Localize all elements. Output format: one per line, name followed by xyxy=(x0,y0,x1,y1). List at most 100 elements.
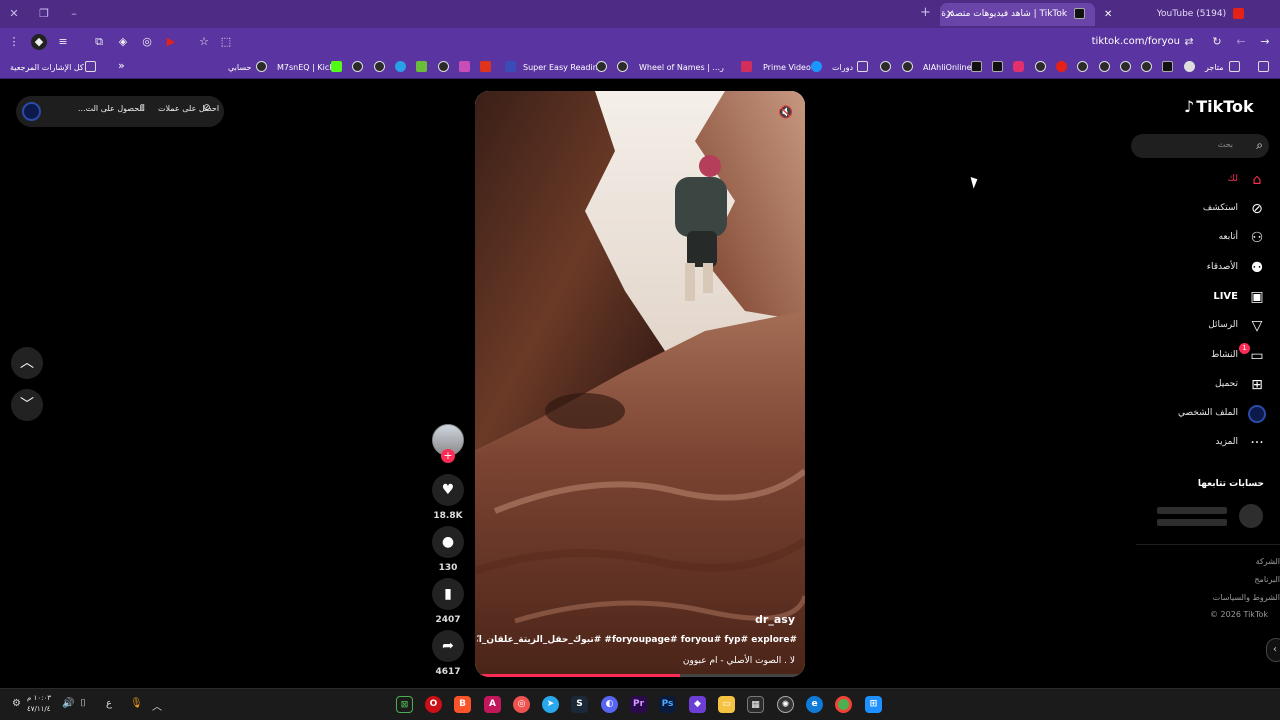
video-player[interactable]: 🔇 dr_asy #foryoupage# foryou# fyp# explo… xyxy=(475,91,805,677)
activity-badge: 1 xyxy=(1239,343,1250,354)
skeleton-line xyxy=(1157,519,1227,526)
bookmark-item[interactable]: M7snEQ | Kick xyxy=(277,60,334,75)
tab-youtube[interactable]: ✕ (5194) YouTube xyxy=(1098,3,1254,26)
photoshop-icon[interactable]: Ps xyxy=(659,696,676,713)
menu-dots-icon[interactable]: ⋮ xyxy=(6,34,22,50)
comment-button[interactable]: ● xyxy=(432,526,464,558)
tray-overflow-icon[interactable]: ︿ xyxy=(152,698,162,713)
sidebar-item-activity[interactable]: النشاط ▭ 1 xyxy=(1150,343,1268,369)
compass-icon: ⊘ xyxy=(1251,201,1263,217)
vivaldi-icon[interactable]: A xyxy=(484,696,501,713)
tab-tiktok[interactable]: ✕ TikTok | شاهد فيديوهات متصدرة xyxy=(940,3,1095,26)
footer-company-link[interactable]: الشركة xyxy=(1160,557,1280,566)
bookmark-item[interactable]: Super Easy Reading xyxy=(523,60,603,75)
sidebar-item-label: المزيد xyxy=(1215,437,1238,447)
app-icon[interactable]: ◆ xyxy=(689,696,706,713)
sidebar-item-profile[interactable]: الملف الشخصي xyxy=(1150,403,1268,427)
edge-icon[interactable]: e xyxy=(806,696,823,713)
search-input[interactable]: بحث ⌕ xyxy=(1131,134,1269,158)
all-bookmarks-link[interactable]: كل الإشارات المرجعية xyxy=(10,60,84,75)
collapse-sidebar-button[interactable]: ‹ xyxy=(1266,638,1280,662)
sidebar-item-following[interactable]: أتابعه ⚇ xyxy=(1150,227,1268,251)
bookmark-item[interactable]: دورات xyxy=(832,60,853,75)
bookmark-item[interactable]: حسابي xyxy=(228,60,251,75)
new-tab-button[interactable]: + xyxy=(920,5,931,20)
bookmark-item[interactable]: Prime Video xyxy=(763,60,811,75)
site-settings-icon[interactable]: ⇄ xyxy=(1181,34,1197,50)
close-tab-icon[interactable]: ✕ xyxy=(1104,3,1112,26)
next-video-button[interactable]: ﹀ xyxy=(11,389,43,421)
extension-icon[interactable]: ◆ xyxy=(31,34,47,50)
previous-video-button[interactable]: ︿ xyxy=(11,347,43,379)
steam-icon[interactable]: S xyxy=(571,696,588,713)
tiktok-bookmark-icon xyxy=(971,61,982,72)
close-window-icon[interactable]: ✕ xyxy=(6,6,22,22)
share-button[interactable]: ➦ xyxy=(432,630,464,662)
sidebar-item-more[interactable]: المزيد ··· xyxy=(1150,432,1268,456)
sidebar-item-live[interactable]: LIVE ▣ xyxy=(1150,286,1268,310)
follow-plus-icon[interactable]: + xyxy=(441,449,455,463)
reload-icon[interactable]: ↻ xyxy=(1209,34,1225,50)
bookmark-item[interactable]: AlAhliOnline xyxy=(923,60,972,75)
restore-window-icon[interactable]: ❐ xyxy=(36,6,52,22)
playlist-icon[interactable]: ≡ xyxy=(55,34,71,50)
promo-pill: الحصول على الت... ▯ احصل على عملات ⊘ xyxy=(16,96,224,127)
extension-diamond-icon[interactable]: ◈ xyxy=(115,34,131,50)
heart-icon: ♥ xyxy=(441,482,455,498)
video-description[interactable]: #foryoupage# foryou# fyp# explore# #تبوك… xyxy=(477,635,797,645)
user-avatar[interactable] xyxy=(22,102,41,121)
opera-icon[interactable]: O xyxy=(425,696,442,713)
close-tab-icon[interactable]: ✕ xyxy=(946,3,954,26)
store-icon[interactable]: ▦ xyxy=(747,696,764,713)
sidebar-item-upload[interactable]: تحميل ⊞ xyxy=(1150,374,1268,398)
windows-start-icon[interactable]: ⊞ xyxy=(865,696,882,713)
video-progress-bar[interactable] xyxy=(475,674,805,677)
app-icon[interactable]: ◎ xyxy=(513,696,530,713)
sidebar-item-label: أتابعه xyxy=(1218,232,1238,242)
weather-icon[interactable]: ⚙ xyxy=(12,698,21,709)
telegram-icon[interactable]: ➤ xyxy=(542,696,559,713)
sidebar-item-for-you[interactable]: لك ⌂ xyxy=(1150,169,1268,193)
apps-grid-icon[interactable] xyxy=(1258,61,1269,72)
bookmark-star-icon[interactable]: ☆ xyxy=(196,34,212,50)
youtube-extension-icon[interactable]: ▶ xyxy=(163,34,179,50)
bookmark-item[interactable]: Wheel of Names | ...ر xyxy=(639,60,724,75)
screenshot-icon[interactable]: ⬚ xyxy=(218,34,234,50)
video-sound[interactable]: لا . الصوت الأصلي - ام عبوون xyxy=(683,656,795,666)
minimize-window-icon[interactable]: – xyxy=(66,6,82,22)
network-icon[interactable]: ⌷ xyxy=(80,698,86,709)
forward-icon[interactable]: ← xyxy=(1233,34,1249,50)
globe-icon xyxy=(1120,61,1131,72)
bookmarks-overflow-icon[interactable]: » xyxy=(118,58,125,73)
xbox-icon[interactable]: ⊠ xyxy=(396,696,413,713)
file-explorer-icon[interactable]: ▭ xyxy=(718,696,735,713)
footer-program-link[interactable]: البرنامج xyxy=(1160,575,1280,584)
save-button[interactable]: ▮ xyxy=(432,578,464,610)
discord-icon[interactable]: ◐ xyxy=(601,696,618,713)
like-button[interactable]: ♥ xyxy=(432,474,464,506)
video-username[interactable]: dr_asy xyxy=(755,613,795,626)
tiktok-logo[interactable]: ♪ TikTok xyxy=(1184,97,1268,119)
back-icon[interactable]: → xyxy=(1257,34,1273,50)
premiere-icon[interactable]: Pr xyxy=(630,696,647,713)
bookmark-item[interactable]: متاجر xyxy=(1205,60,1224,75)
sidebar-item-explore[interactable]: استكشف ⊘ xyxy=(1150,198,1268,222)
search-icon[interactable]: ⌕ xyxy=(1256,138,1263,153)
keyboard-language[interactable]: ع xyxy=(106,698,112,709)
mute-icon[interactable]: 🔇 xyxy=(778,105,793,119)
microphone-icon[interactable]: 🎙 xyxy=(130,698,143,709)
extensions-puzzle-icon[interactable]: ⧉ xyxy=(91,34,107,50)
sidebar-item-messages[interactable]: الرسائل ▽ xyxy=(1150,315,1268,339)
tab-title: TikTok | شاهد فيديوهات متصدرة xyxy=(941,9,1068,19)
address-bar[interactable]: tiktok.com/foryou xyxy=(1040,33,1180,51)
bookmark-app-icon xyxy=(459,61,470,72)
chrome-icon[interactable] xyxy=(835,696,852,713)
taskbar-clock[interactable]: ١٠:٠٣ م ٤٧/١١/٤ xyxy=(27,693,55,715)
sidebar-item-friends[interactable]: الأصدقاء ⚉ xyxy=(1150,257,1268,281)
brave-icon[interactable]: B xyxy=(454,696,471,713)
speaker-icon[interactable]: 🔊 xyxy=(62,698,74,709)
extension-glasses-icon[interactable]: ◎ xyxy=(139,34,155,50)
get-app-link[interactable]: الحصول على الت... xyxy=(78,104,144,113)
chatgpt-icon[interactable]: ✺ xyxy=(777,696,794,713)
footer-terms-link[interactable]: الشروط والسياسات xyxy=(1160,593,1280,602)
